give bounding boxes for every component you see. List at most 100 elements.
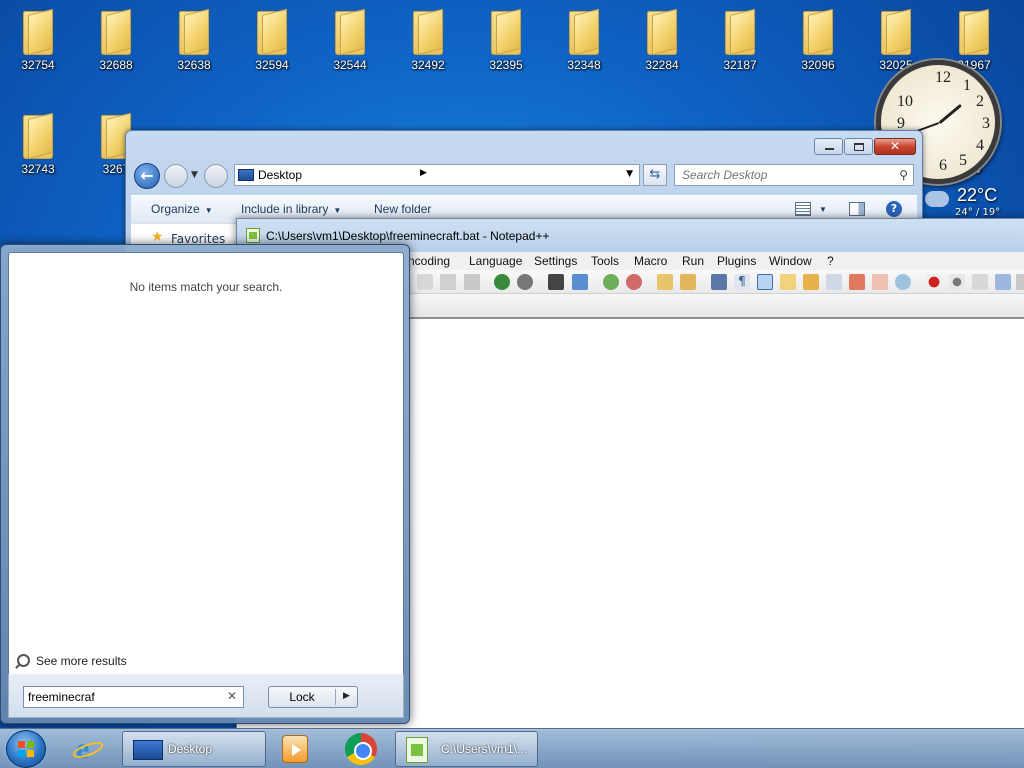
menu-language[interactable]: Language xyxy=(469,254,522,268)
desktop-folder-icon[interactable]: 32284 xyxy=(627,5,697,77)
desktop-folder-icon[interactable]: 32743 xyxy=(3,109,73,181)
address-bar[interactable]: Desktop ▶ ▼ xyxy=(234,164,640,186)
folder-icon xyxy=(725,8,755,55)
forward-button[interactable] xyxy=(164,164,188,188)
organize-button[interactable]: Organize ▼ xyxy=(151,202,213,216)
desktop-folder-icon[interactable]: 32492 xyxy=(393,5,463,77)
taskbar-explorer-button[interactable]: Desktop xyxy=(122,731,266,767)
folder-icon xyxy=(959,8,989,55)
menu-settings[interactable]: Settings xyxy=(534,254,577,268)
clock-number: 2 xyxy=(976,93,984,110)
see-more-results-link[interactable]: See more results xyxy=(17,654,127,668)
record-macro-icon[interactable] xyxy=(926,274,942,290)
new-folder-button[interactable]: New folder xyxy=(374,202,431,216)
menu-window[interactable]: Window xyxy=(769,254,812,268)
explorer-search-box[interactable]: ⚲ xyxy=(674,164,914,186)
see-more-results-label: See more results xyxy=(36,654,127,668)
start-search-input[interactable] xyxy=(28,690,218,704)
magnifier-icon xyxy=(17,654,30,667)
menu-run[interactable]: Run xyxy=(682,254,704,268)
desktop-folder-icon[interactable]: 32096 xyxy=(783,5,853,77)
maximize-button[interactable] xyxy=(844,138,873,155)
menu-plugins[interactable]: Plugins xyxy=(717,254,756,268)
desktop-icon-label: 32594 xyxy=(255,58,289,72)
clear-search-icon[interactable]: ✕ xyxy=(227,689,237,703)
folder-icon xyxy=(647,8,677,55)
stop-macro-icon[interactable] xyxy=(949,274,965,290)
desktop-folder-icon[interactable]: 32348 xyxy=(549,5,619,77)
play-macro-icon[interactable] xyxy=(972,274,988,290)
minimize-button[interactable] xyxy=(814,138,843,155)
breadcrumb-arrow-icon[interactable]: ▶ xyxy=(420,168,427,178)
desktop-folder-icon[interactable]: 32754 xyxy=(3,5,73,77)
desktop-folder-icon[interactable]: 32594 xyxy=(237,5,307,77)
folder-as-workspace-icon[interactable] xyxy=(849,274,865,290)
media-player-icon[interactable] xyxy=(282,735,308,763)
recent-pages-dropdown[interactable]: ▼ xyxy=(191,170,198,180)
monitoring-icon[interactable] xyxy=(872,274,888,290)
paste-icon[interactable] xyxy=(464,274,480,290)
word-wrap-icon[interactable] xyxy=(711,274,727,290)
desktop-icon-label: 32492 xyxy=(411,58,445,72)
menu-tools[interactable]: Tools xyxy=(591,254,619,268)
preview-eye-icon[interactable] xyxy=(895,274,911,290)
function-list-icon[interactable] xyxy=(826,274,842,290)
zoom-in-icon[interactable] xyxy=(603,274,619,290)
desktop-folder-icon[interactable]: 32638 xyxy=(159,5,229,77)
weather-gadget[interactable]: 22°C 24° / 19° xyxy=(925,185,1020,220)
chrome-icon[interactable] xyxy=(345,733,377,765)
show-all-characters-icon[interactable]: ¶ xyxy=(734,274,750,290)
lock-button[interactable]: Lock ▶ xyxy=(268,686,358,708)
close-button[interactable]: ✕ xyxy=(874,138,916,155)
menu-encoding[interactable]: ncoding xyxy=(408,254,450,268)
desktop-folder-icon[interactable]: 32688 xyxy=(81,5,151,77)
redo-icon[interactable] xyxy=(517,274,533,290)
back-button[interactable]: ← xyxy=(134,163,160,189)
save-macro-icon[interactable] xyxy=(1016,274,1024,290)
folder-icon xyxy=(23,8,53,55)
help-icon[interactable]: ? xyxy=(886,201,902,217)
folder-icon xyxy=(569,8,599,55)
address-dropdown-icon[interactable]: ▼ xyxy=(626,169,633,179)
run-macro-multiple-icon[interactable] xyxy=(995,274,1011,290)
desktop-folder-icon[interactable]: 32395 xyxy=(471,5,541,77)
refresh-button[interactable]: ⇆ xyxy=(643,164,667,186)
window-controls: ✕ xyxy=(813,138,916,155)
change-view-icon[interactable] xyxy=(795,202,811,216)
replace-icon[interactable] xyxy=(572,274,588,290)
taskbar-notepadpp-button[interactable]: C:\Users\vm1\... xyxy=(395,731,538,767)
internet-explorer-icon[interactable]: e xyxy=(70,734,106,764)
cut-icon[interactable] xyxy=(417,274,433,290)
clock-number: 3 xyxy=(982,115,990,132)
view-dropdown-icon[interactable]: ▼ xyxy=(819,205,827,214)
preview-pane-icon[interactable] xyxy=(849,202,865,216)
start-search-box[interactable]: ✕ xyxy=(23,686,244,708)
desktop-folder-icon[interactable]: 32187 xyxy=(705,5,775,77)
start-menu-bottom-bar: ✕ Lock ▶ xyxy=(8,674,404,718)
undo-icon[interactable] xyxy=(494,274,510,290)
power-options-arrow-icon[interactable]: ▶ xyxy=(343,691,350,701)
explorer-search-input[interactable] xyxy=(682,168,892,182)
address-text: Desktop xyxy=(258,168,303,182)
notepadpp-icon xyxy=(246,228,260,243)
include-in-library-button[interactable]: Include in library ▼ xyxy=(241,202,341,216)
sync-vertical-icon[interactable] xyxy=(657,274,673,290)
desktop-folder-icon[interactable]: 32544 xyxy=(315,5,385,77)
menu-macro[interactable]: Macro xyxy=(634,254,667,268)
zoom-out-icon[interactable] xyxy=(626,274,642,290)
document-map-icon[interactable] xyxy=(803,274,819,290)
find-icon[interactable] xyxy=(548,274,564,290)
user-language-icon[interactable] xyxy=(780,274,796,290)
include-in-library-label: Include in library xyxy=(241,202,329,216)
folder-icon xyxy=(803,8,833,55)
indent-guide-icon[interactable] xyxy=(757,274,773,290)
notepadpp-title: C:\Users\vm1\Desktop\freeminecraft.bat -… xyxy=(266,229,550,243)
chevron-down-icon: ▼ xyxy=(333,206,342,215)
copy-icon[interactable] xyxy=(440,274,456,290)
up-button[interactable] xyxy=(204,164,228,188)
folder-icon xyxy=(257,8,287,55)
menu-help[interactable]: ? xyxy=(827,254,834,268)
start-button[interactable] xyxy=(6,730,46,768)
desktop-icon-label: 32743 xyxy=(21,162,55,176)
sync-horizontal-icon[interactable] xyxy=(680,274,696,290)
